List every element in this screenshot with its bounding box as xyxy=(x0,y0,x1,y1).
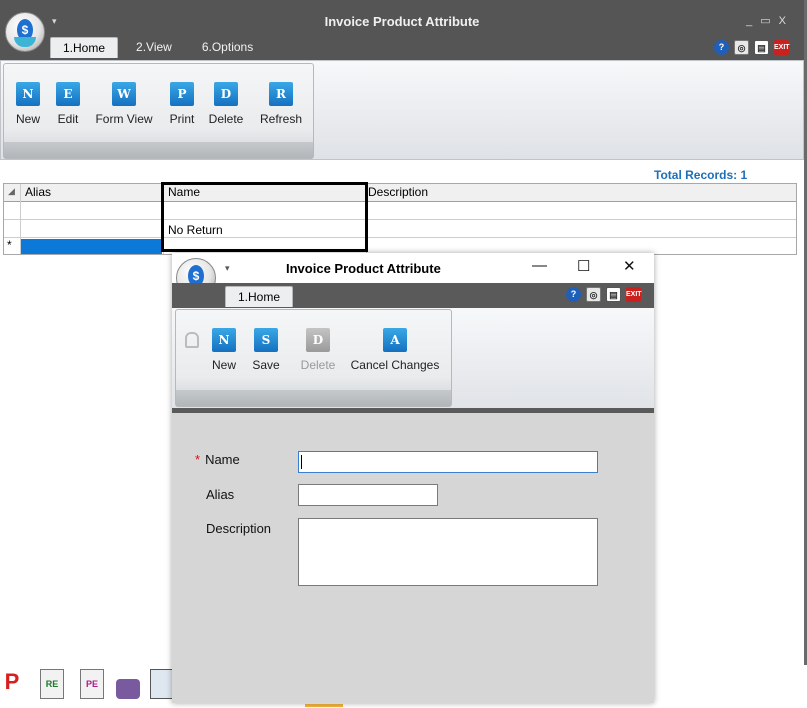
refresh-label: Refresh xyxy=(259,112,303,126)
search-doc-icon[interactable]: ◎ xyxy=(734,40,749,55)
maximize-button[interactable]: ▭ xyxy=(760,15,778,27)
system-icons: ? ◎ ▤ EXIT xyxy=(714,40,790,55)
cancel-changes-icon: A xyxy=(383,328,407,352)
table-row[interactable]: No Return xyxy=(4,221,796,238)
exit-icon[interactable]: EXIT xyxy=(774,40,790,55)
help-icon[interactable]: ? xyxy=(714,40,729,55)
dialog-close-button[interactable]: ✕ xyxy=(623,257,636,275)
pe-report-icon[interactable]: PE xyxy=(80,669,104,699)
dialog-titlebar: $ ▾ Invoice Product Attribute — ☐ ✕ xyxy=(172,253,654,298)
main-tab-bar: 1.Home 2.View 6.Options xyxy=(50,37,265,58)
window-controls: _▭X xyxy=(746,14,794,27)
alias-field[interactable] xyxy=(298,484,438,506)
dialog-title: Invoice Product Attribute xyxy=(286,261,441,276)
tab-home[interactable]: 1.Home xyxy=(50,37,119,58)
new-icon: N xyxy=(212,328,236,352)
new-row-marker: * xyxy=(7,238,12,252)
dialog-new-button[interactable]: N New xyxy=(206,328,242,372)
name-field[interactable] xyxy=(298,451,598,473)
alias-label: Alias xyxy=(206,487,235,502)
print-button[interactable]: P Print xyxy=(162,82,202,126)
description-label: Description xyxy=(206,521,272,536)
notes-icon[interactable]: ▤ xyxy=(754,40,769,55)
form-view-label: Form View xyxy=(95,112,153,126)
description-field[interactable] xyxy=(298,518,598,586)
print-label: Print xyxy=(169,112,195,126)
name-column-highlight xyxy=(161,182,368,252)
window-title: Invoice Product Attribute xyxy=(324,14,480,29)
edit-label: Edit xyxy=(57,112,79,126)
required-marker: * xyxy=(195,452,201,467)
attribute-form: * Name Alias Description xyxy=(172,413,654,703)
save-label: Save xyxy=(252,358,280,372)
grid-header: ◢ Alias Name Description xyxy=(4,184,796,202)
form-view-button[interactable]: W Form View xyxy=(92,82,156,126)
close-button[interactable]: X xyxy=(779,15,794,27)
edit-button[interactable]: E Edit xyxy=(50,82,86,126)
main-titlebar: $ ▾ Invoice Product Attribute _▭X 1.Home… xyxy=(0,0,804,60)
refresh-icon: R xyxy=(269,82,293,106)
selected-new-row-cell[interactable] xyxy=(21,239,162,254)
dialog-tab-bar: 1.Home ? ◎ ▤ EXIT xyxy=(172,283,654,308)
exit-icon[interactable]: EXIT xyxy=(626,287,642,302)
dialog-ribbon: N New S Save D Delete A Cancel Changes xyxy=(172,308,654,413)
records-grid: ◢ Alias Name Description No Return * xyxy=(3,183,797,255)
delete-icon: D xyxy=(306,328,330,352)
delete-icon: D xyxy=(214,82,238,106)
lock-icon xyxy=(185,332,199,348)
dialog-window: $ ▾ Invoice Product Attribute — ☐ ✕ 1.Ho… xyxy=(172,253,654,703)
active-indicator xyxy=(305,704,343,707)
column-header-description[interactable]: Description xyxy=(368,185,428,199)
delete-button[interactable]: D Delete xyxy=(204,82,248,126)
form-view-icon: W xyxy=(112,82,136,106)
name-label: * Name xyxy=(195,452,240,467)
cancel-changes-button[interactable]: A Cancel Changes xyxy=(348,328,442,372)
help-icon[interactable]: ? xyxy=(566,287,581,302)
new-button[interactable]: N New xyxy=(8,82,48,126)
save-button[interactable]: S Save xyxy=(248,328,284,372)
refresh-button[interactable]: R Refresh xyxy=(256,82,306,126)
save-icon: S xyxy=(254,328,278,352)
dialog-system-icons: ? ◎ ▤ EXIT xyxy=(566,287,642,302)
dialog-ribbon-group: N New S Save D Delete A Cancel Changes xyxy=(175,309,452,407)
p-app-icon[interactable]: P xyxy=(0,669,24,699)
edit-icon: E xyxy=(56,82,80,106)
toolbox-icon[interactable] xyxy=(116,679,140,699)
dialog-delete-label: Delete xyxy=(300,358,336,372)
column-header-alias[interactable]: Alias xyxy=(25,185,51,199)
dialog-new-label: New xyxy=(211,358,236,372)
tab-options[interactable]: 6.Options xyxy=(190,37,265,58)
print-icon: P xyxy=(170,82,194,106)
select-all-corner-icon[interactable]: ◢ xyxy=(8,186,15,197)
cancel-changes-label: Cancel Changes xyxy=(350,358,440,372)
delete-label: Delete xyxy=(208,112,244,126)
dialog-quick-access-dropdown-icon[interactable]: ▾ xyxy=(225,263,230,274)
table-row[interactable] xyxy=(4,203,796,220)
dialog-ribbon-group-footer xyxy=(176,390,451,406)
display-icon[interactable] xyxy=(150,669,174,699)
ribbon-group-actions: N New E Edit W Form View P Print D Delet… xyxy=(3,63,314,159)
notes-icon[interactable]: ▤ xyxy=(606,287,621,302)
tab-view[interactable]: 2.View xyxy=(124,37,184,58)
text-caret xyxy=(301,455,302,469)
dialog-tab-home[interactable]: 1.Home xyxy=(225,286,294,307)
dialog-maximize-button[interactable]: ☐ xyxy=(577,257,590,275)
new-label: New xyxy=(15,112,40,126)
total-records: Total Records: 1 xyxy=(654,168,748,182)
main-ribbon: N New E Edit W Form View P Print D Delet… xyxy=(0,60,804,160)
new-icon: N xyxy=(16,82,40,106)
search-doc-icon[interactable]: ◎ xyxy=(586,287,601,302)
dialog-delete-button[interactable]: D Delete xyxy=(294,328,342,372)
re-report-icon[interactable]: RE xyxy=(40,669,64,699)
ribbon-group-footer xyxy=(4,142,313,158)
minimize-button[interactable]: _ xyxy=(746,15,760,27)
dialog-minimize-button[interactable]: — xyxy=(532,257,547,274)
